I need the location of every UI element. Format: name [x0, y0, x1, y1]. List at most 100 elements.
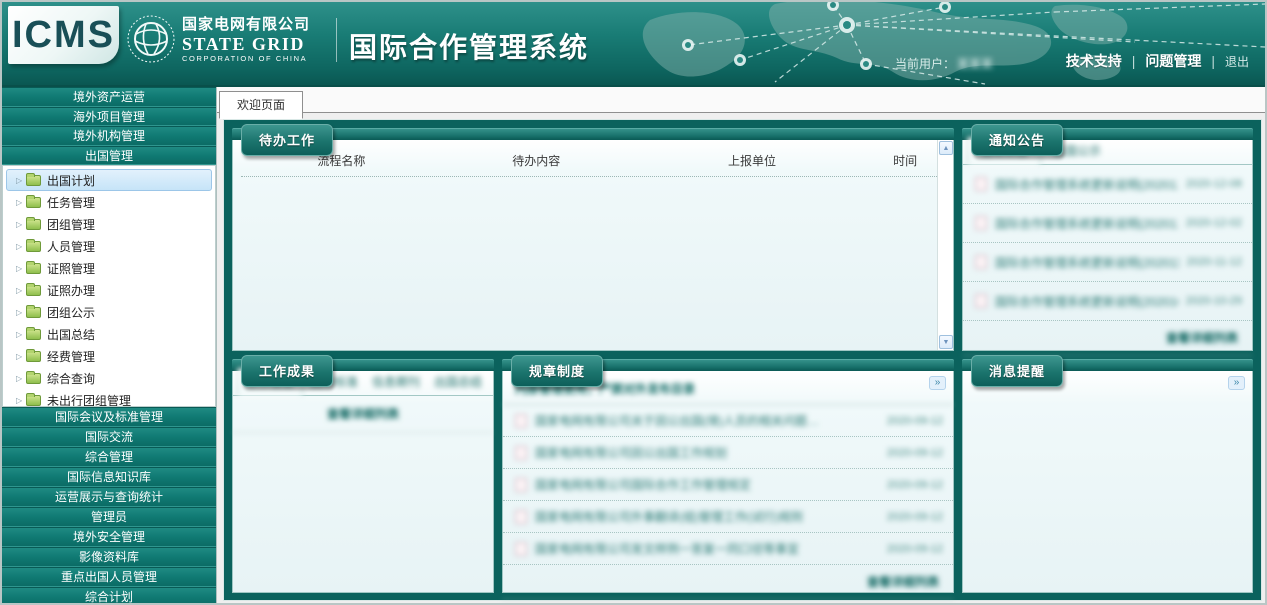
tree-item-abroad-summary[interactable]: ▷ 出国总结 — [6, 323, 212, 345]
notice-list-item[interactable]: 国际合作管理系统更新说明(20201029) 2020-10-29 — [963, 282, 1252, 321]
tree-expand-icon[interactable]: ▷ — [16, 264, 26, 273]
tree-expand-icon[interactable]: ▷ — [16, 330, 26, 339]
message-panel: 消息提醒 » — [962, 359, 1253, 593]
tree-item-passport-process[interactable]: ▷ 证照办理 — [6, 279, 212, 301]
todo-scrollbar[interactable]: ▲ ▼ — [937, 140, 953, 350]
tree-item-combined-query[interactable]: ▷ 综合查询 — [6, 367, 212, 389]
tree-expand-icon[interactable]: ▷ — [16, 198, 26, 207]
tree-item-group-mgmt[interactable]: ▷ 团组管理 — [6, 213, 212, 235]
rules-item-text: 国家电网有限公司关于因公出国(境)人员的相关问题… — [535, 412, 879, 429]
rules-list-item[interactable]: 国家电网有限公司关于因公出国(境)人员的相关问题… 2020-09-12 — [503, 405, 953, 437]
todo-panel-body: 流程名称 待办内容 上报单位 时间 ▲ ▼ — [232, 140, 954, 351]
todo-panel-title[interactable]: 待办工作 — [241, 124, 333, 156]
tree-item-budget-mgmt[interactable]: ▷ 经费管理 — [6, 345, 212, 367]
sidebar-section-overseas-security[interactable]: 境外安全管理 — [2, 527, 216, 547]
state-grid-emblem-icon — [126, 14, 176, 64]
tree-item-task-mgmt[interactable]: ▷ 任务管理 — [6, 191, 212, 213]
sidebar-section-intl-exchange[interactable]: 国际交流 — [2, 427, 216, 447]
icms-logo-text: ICMS — [12, 14, 115, 57]
sidebar-section-overseas-orgs[interactable]: 境外机构管理 — [2, 126, 216, 146]
tree-expand-icon[interactable]: ▷ — [16, 220, 26, 229]
sidebar-section-intl-knowledge[interactable]: 国际信息知识库 — [2, 467, 216, 487]
tree-item-label: 证照办理 — [47, 282, 95, 299]
sidebar-section-operation-stats[interactable]: 运营展示与查询统计 — [2, 487, 216, 507]
logout-link[interactable]: 退出 — [1225, 53, 1249, 70]
folder-icon — [26, 329, 41, 340]
notice-list-item[interactable]: 国际合作管理系统更新说明(20201202) 2020-12-02 — [963, 204, 1252, 243]
folder-icon — [26, 197, 41, 208]
sidebar-section-general-plan[interactable]: 综合计划 — [2, 587, 216, 605]
rules-expand-icon[interactable]: » — [929, 376, 946, 390]
sidebar-section-media-library[interactable]: 影像资料库 — [2, 547, 216, 567]
doc-icon — [515, 510, 527, 524]
scroll-up-icon[interactable]: ▲ — [939, 141, 953, 155]
sidebar-section-abroad-mgmt[interactable]: 出国管理 — [2, 146, 216, 166]
scroll-down-icon[interactable]: ▼ — [939, 335, 953, 349]
doc-icon — [975, 177, 987, 191]
tree-expand-icon[interactable]: ▷ — [16, 374, 26, 383]
rules-item-text: 国家电网有限公司因公出国工作规划 — [535, 444, 879, 461]
tree-item-abroad-plan[interactable]: ▷ 出国计划 — [6, 169, 212, 191]
rules-list-item[interactable]: 国家电网有限公司因公出国工作规划 2020-09-12 — [503, 437, 953, 469]
achievement-subtab-3[interactable]: 出国总结 — [427, 369, 489, 395]
doc-icon — [515, 542, 527, 556]
achievement-panel-title[interactable]: 工作成果 — [241, 355, 333, 387]
notice-list-item[interactable]: 国际合作管理系统更新说明(20201208) 2020-12-08 — [963, 165, 1252, 204]
app-header: ICMS 国家电网有限公司 STATE GRID CORPORATION OF … — [2, 2, 1265, 87]
folder-icon — [26, 307, 41, 318]
notice-item-date: 2020-11-12 — [1187, 256, 1242, 268]
tree-item-label: 综合查询 — [47, 370, 95, 387]
tree-expand-icon[interactable]: ▷ — [16, 176, 26, 185]
current-user-label: 当前用户： — [895, 57, 955, 71]
doc-icon — [515, 478, 527, 492]
tree-item-untraveled-groups[interactable]: ▷ 未出行团组管理 — [6, 389, 212, 407]
issue-management-link[interactable]: 问题管理 — [1145, 51, 1201, 71]
tree-item-label: 任务管理 — [47, 194, 95, 211]
notice-list-item[interactable]: 国际合作管理系统更新说明(20201112) 2020-11-12 — [963, 243, 1252, 282]
folder-icon — [26, 175, 41, 186]
sidebar-section-key-personnel[interactable]: 重点出国人员管理 — [2, 567, 216, 587]
tree-expand-icon[interactable]: ▷ — [16, 308, 26, 317]
tree-item-personnel-mgmt[interactable]: ▷ 人员管理 — [6, 235, 212, 257]
rules-list-item[interactable]: 国家电网有限公司国际合作工作管理规定 2020-09-12 — [503, 469, 953, 501]
rules-item-text: 国家电网有限公司外事翻译(组)管理工作(试行)规则 — [535, 508, 879, 525]
notice-item-text: 国际合作管理系统更新说明(20201202) — [995, 215, 1178, 232]
tree-item-passport-mgmt[interactable]: ▷ 证照管理 — [6, 257, 212, 279]
sidebar-section-general-mgmt[interactable]: 综合管理 — [2, 447, 216, 467]
tree-expand-icon[interactable]: ▷ — [16, 286, 26, 295]
sidebar-section-intl-conference[interactable]: 国际会议及标准管理 — [2, 407, 216, 427]
tree-expand-icon[interactable]: ▷ — [16, 396, 26, 405]
rules-panel-title[interactable]: 规章制度 — [511, 355, 603, 387]
sidebar-section-overseas-assets[interactable]: 境外资产运营 — [2, 87, 216, 107]
tree-item-group-publicity[interactable]: ▷ 团组公示 — [6, 301, 212, 323]
doc-icon — [515, 446, 527, 460]
notice-view-more-link[interactable]: 查看详细列表 — [963, 321, 1252, 356]
notice-panel-body: 通知公告 出国公示 国际合作管理系统更新说明(20201208) 2020-12… — [962, 140, 1253, 351]
tree-expand-icon[interactable]: ▷ — [16, 242, 26, 251]
rules-list-item[interactable]: 国家电网有限公司外事翻译(组)管理工作(试行)规则 2020-09-12 — [503, 501, 953, 533]
doc-icon — [515, 414, 527, 428]
achievement-view-more-link[interactable]: 查看详细列表 — [233, 396, 493, 433]
link-separator: | — [1211, 53, 1215, 69]
achievement-subtab-2[interactable]: 信息期刊 — [365, 369, 427, 395]
rules-list-item[interactable]: 国家电网有限公司发文样例一答复一同口径等事宜 2020-09-12 — [503, 533, 953, 565]
tech-support-link[interactable]: 技术支持 — [1066, 51, 1122, 71]
notice-item-date: 2020-12-02 — [1186, 217, 1242, 229]
todo-header-separator — [241, 176, 945, 177]
sidebar-section-admin[interactable]: 管理员 — [2, 507, 216, 527]
notice-panel-title[interactable]: 通知公告 — [971, 124, 1063, 156]
tree-item-label: 出国总结 — [47, 326, 95, 343]
doc-icon — [975, 294, 987, 308]
sidebar-section-overseas-projects[interactable]: 海外项目管理 — [2, 107, 216, 127]
rules-view-more-link[interactable]: 查看详细列表 — [503, 565, 953, 600]
tree-expand-icon[interactable]: ▷ — [16, 352, 26, 361]
content-tabbar: 欢迎页面 — [217, 87, 1267, 113]
message-expand-icon[interactable]: » — [1228, 376, 1245, 390]
rules-panel: 规章制度 » 内部管理使用，严禁对外发布目录 国家电网有限公司关于因公出国(境)… — [502, 359, 954, 593]
tab-welcome-page[interactable]: 欢迎页面 — [219, 91, 303, 119]
todo-table-header: 流程名称 待办内容 上报单位 时间 — [233, 140, 953, 176]
message-panel-title[interactable]: 消息提醒 — [971, 355, 1063, 387]
sidebar-nav: 境外资产运营 海外项目管理 境外机构管理 出国管理 ▷ 出国计划 ▷ 任务管理 … — [2, 87, 217, 605]
tree-item-label: 团组公示 — [47, 304, 95, 321]
folder-icon — [26, 263, 41, 274]
